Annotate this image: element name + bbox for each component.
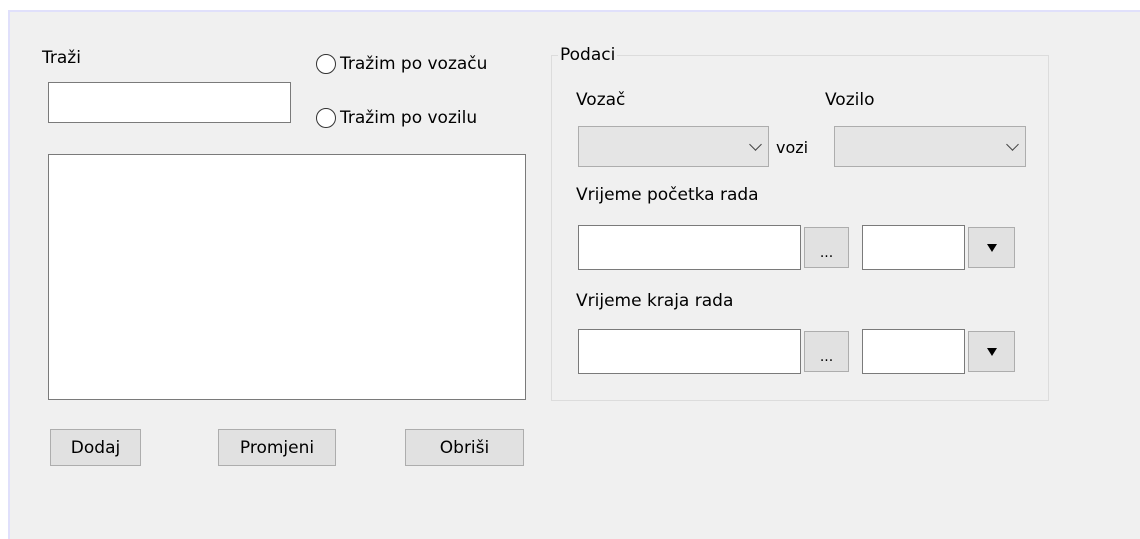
start-time-dropdown-button[interactable] (968, 227, 1015, 268)
radio-search-by-vehicle[interactable]: Tražim po vozilu (316, 108, 477, 128)
end-time-label: Vrijeme kraja rada (576, 291, 734, 311)
radio-vehicle-label: Tražim po vozilu (340, 108, 478, 128)
data-groupbox-title: Podaci (558, 45, 618, 65)
end-date-picker-button[interactable]: ... (804, 331, 849, 372)
end-time-input[interactable] (862, 329, 965, 374)
search-label: Traži (42, 48, 81, 68)
chevron-down-icon (749, 137, 762, 151)
driver-combobox[interactable] (578, 126, 769, 167)
vehicle-combobox[interactable] (834, 126, 1026, 167)
radio-driver-label: Tražim po vozaču (340, 54, 488, 74)
results-listbox[interactable] (48, 154, 526, 400)
end-time-dropdown-button[interactable] (968, 331, 1015, 372)
vehicle-label: Vozilo (825, 90, 875, 110)
radio-vehicle-circle[interactable] (316, 108, 336, 128)
triangle-down-icon (986, 243, 997, 252)
start-date-input[interactable] (578, 225, 801, 270)
driver-label: Vozač (576, 90, 626, 110)
main-form: Traži Tražim po vozaču Tražim po vozilu … (8, 10, 1140, 539)
edit-button[interactable]: Promjeni (218, 429, 336, 466)
start-time-input[interactable] (862, 225, 965, 270)
start-date-picker-button[interactable]: ... (804, 227, 849, 268)
radio-search-by-driver[interactable]: Tražim po vozaču (316, 54, 487, 74)
delete-button[interactable]: Obriši (405, 429, 524, 466)
radio-driver-circle[interactable] (316, 54, 336, 74)
start-time-label: Vrijeme početka rada (576, 185, 759, 205)
search-input[interactable] (48, 82, 291, 123)
triangle-down-icon (986, 347, 997, 356)
chevron-down-icon (1006, 137, 1019, 151)
add-button[interactable]: Dodaj (50, 429, 141, 466)
drives-label: vozi (776, 138, 809, 157)
end-date-input[interactable] (578, 329, 801, 374)
